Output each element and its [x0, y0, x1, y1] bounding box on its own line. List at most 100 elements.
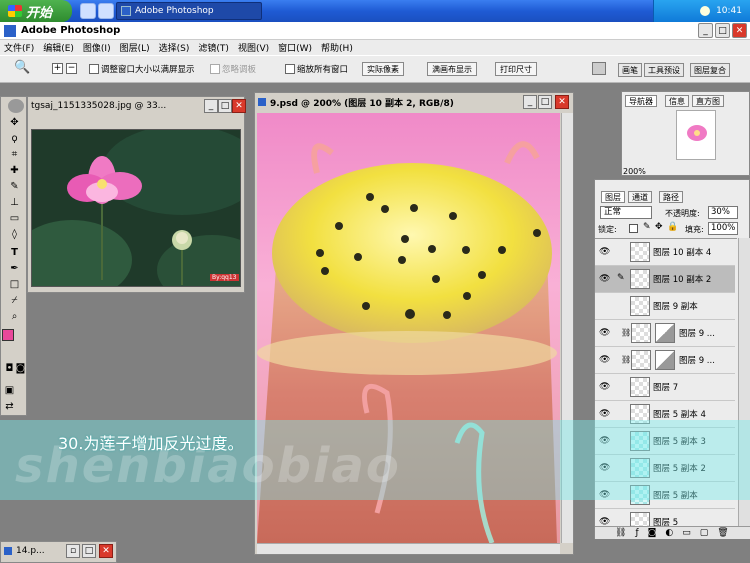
layer-row[interactable]: 👁 ⛓ 图层 9 ...	[595, 320, 735, 347]
tab-info[interactable]: 信息	[665, 95, 689, 107]
tab-histogram[interactable]: 直方图	[692, 95, 724, 107]
jump-to-imageready-icon[interactable]: ⇄	[4, 401, 15, 412]
pen-tool-icon[interactable]: ✒	[9, 263, 20, 274]
lock-all-icon[interactable]: 🔒	[667, 222, 678, 232]
layer-name: 图层 9 ...	[679, 329, 715, 339]
zoom-out-icon[interactable]: −	[66, 63, 77, 74]
doc2-maximize-button[interactable]: □	[538, 95, 552, 109]
zoom-all-checkbox[interactable]	[285, 64, 295, 74]
close-button[interactable]: ✕	[732, 23, 747, 38]
horizontal-scrollbar[interactable]	[257, 543, 560, 554]
ie-icon[interactable]	[80, 3, 96, 19]
well-tab-brushes[interactable]: 画笔	[618, 63, 642, 77]
eye-icon[interactable]: 👁	[599, 382, 610, 392]
navigator-zoom[interactable]: 200%	[623, 167, 646, 176]
quick-mask-icon[interactable]: ◘	[4, 363, 15, 374]
layer-row-selected[interactable]: 👁 ✎ 图层 10 副本 2	[595, 266, 735, 293]
add-mask-icon[interactable]: ◙	[648, 528, 657, 538]
actual-pixels-button[interactable]: 实际像素	[362, 62, 404, 76]
menu-view[interactable]: 视图(V)	[238, 41, 269, 54]
feather-logo-icon	[8, 99, 24, 113]
start-button[interactable]: 开始	[0, 0, 72, 22]
lock-transparency-icon[interactable]	[629, 224, 638, 233]
menu-layer[interactable]: 图层(L)	[120, 41, 150, 54]
layer-style-icon[interactable]: ƒ	[635, 528, 638, 538]
doc3-close-button[interactable]: ✕	[99, 544, 113, 558]
move-tool-icon[interactable]: ✥	[9, 117, 20, 128]
navigator-thumbnail[interactable]	[676, 110, 716, 160]
blend-mode-select[interactable]: 正常	[600, 206, 652, 219]
menu-filter[interactable]: 滤镜(T)	[198, 41, 229, 54]
tab-navigator[interactable]: 导航器	[625, 95, 657, 107]
ignore-palettes-checkbox[interactable]	[210, 64, 220, 74]
eraser-tool-icon[interactable]: ▭	[9, 213, 20, 224]
fill-input[interactable]: 100%	[708, 222, 738, 235]
tray-icon[interactable]	[700, 6, 711, 16]
eye-icon[interactable]: 👁	[599, 409, 610, 419]
lock-image-icon[interactable]: ✎	[643, 222, 651, 232]
ignore-palettes-label: 忽略调板	[222, 65, 257, 75]
print-size-button[interactable]: 打印尺寸	[495, 62, 537, 76]
new-layer-icon[interactable]: ▢	[700, 528, 709, 538]
lasso-tool-icon[interactable]: ϙ	[9, 133, 20, 144]
trash-icon[interactable]: 🗑	[717, 528, 728, 538]
link-layers-icon[interactable]: ⛓	[615, 528, 626, 538]
menu-window[interactable]: 窗口(W)	[278, 41, 312, 54]
eye-icon[interactable]: 👁	[599, 328, 610, 338]
maximize-button[interactable]: □	[715, 23, 730, 38]
taskbar-task-photoshop[interactable]: Adobe Photoshop	[116, 2, 262, 20]
opacity-input[interactable]: 30%	[708, 206, 738, 219]
shape-tool-icon[interactable]: □	[9, 279, 20, 290]
menu-file[interactable]: 文件(F)	[4, 41, 34, 54]
eyedropper-tool-icon[interactable]: ⌿	[9, 295, 20, 306]
menu-edit[interactable]: 编辑(E)	[43, 41, 74, 54]
heal-tool-icon[interactable]: ✚	[9, 165, 20, 176]
layer-row[interactable]: 👁 图层 5	[595, 509, 735, 526]
standard-mode-icon[interactable]: ◙	[15, 363, 26, 374]
palette-well-icon[interactable]	[592, 62, 606, 75]
tab-channels[interactable]: 通道	[628, 191, 652, 203]
lock-position-icon[interactable]: ✥	[655, 222, 663, 232]
doc1-close-button[interactable]: ✕	[232, 99, 246, 113]
document-window-minimized[interactable]: 14.p... ▫ □ ✕	[0, 541, 117, 563]
menu-image[interactable]: 图像(I)	[83, 41, 111, 54]
doc1-minimize-button[interactable]: _	[204, 99, 218, 113]
eye-icon[interactable]: 👁	[599, 517, 610, 526]
fit-screen-button[interactable]: 满画布显示	[427, 62, 477, 76]
layer-row[interactable]: 👁 图层 10 副本 4	[595, 239, 735, 266]
tab-layers[interactable]: 图层	[601, 191, 625, 203]
layer-row[interactable]: 👁 ⛓ 图层 9 ...	[595, 347, 735, 374]
screen-mode-icon[interactable]: ▣	[4, 385, 15, 396]
layer-row[interactable]: 👁 图层 7	[595, 374, 735, 401]
doc2-close-button[interactable]: ✕	[555, 95, 569, 109]
zoom-in-icon[interactable]: +	[52, 63, 63, 74]
document-title: 14.p...	[16, 546, 45, 556]
zoom-tool-icon[interactable]: 🔍	[14, 60, 30, 75]
brush-tool-icon[interactable]: ✎	[9, 181, 20, 192]
toolbox: ✥ ϙ ⌗ ✚ ✎ ⊥ ▭ ◊ T ✒ □ ⌿ ⌕ ◘ ◙ ▣ ⇄	[0, 96, 27, 416]
layer-row[interactable]: 图层 9 副本	[595, 293, 735, 320]
doc2-minimize-button[interactable]: _	[523, 95, 537, 109]
eye-icon[interactable]: 👁	[599, 274, 610, 284]
desktop-icon[interactable]	[98, 3, 114, 19]
eye-icon[interactable]: 👁	[599, 355, 610, 365]
type-tool-icon[interactable]: T	[9, 247, 20, 258]
doc1-maximize-button[interactable]: □	[218, 99, 232, 113]
crop-tool-icon[interactable]: ⌗	[9, 149, 20, 160]
well-tab-tool-presets[interactable]: 工具预设	[644, 63, 684, 77]
minimize-button[interactable]: _	[698, 23, 713, 38]
menu-help[interactable]: 帮助(H)	[321, 41, 353, 54]
blur-tool-icon[interactable]: ◊	[9, 229, 20, 240]
stamp-tool-icon[interactable]: ⊥	[9, 197, 20, 208]
foreground-color-swatch[interactable]	[2, 329, 14, 341]
menu-select[interactable]: 选择(S)	[159, 41, 190, 54]
tab-paths[interactable]: 路径	[659, 191, 683, 203]
adjustment-layer-icon[interactable]: ◐	[665, 528, 673, 538]
doc3-maximize-button[interactable]: □	[82, 544, 96, 558]
zoom-tool-icon[interactable]: ⌕	[9, 311, 20, 322]
new-group-icon[interactable]: ▭	[682, 528, 691, 538]
well-tab-layer-comps[interactable]: 图层复合	[690, 63, 730, 77]
doc3-restore-button[interactable]: ▫	[66, 544, 80, 558]
resize-windows-checkbox[interactable]	[89, 64, 99, 74]
eye-icon[interactable]: 👁	[599, 247, 610, 257]
